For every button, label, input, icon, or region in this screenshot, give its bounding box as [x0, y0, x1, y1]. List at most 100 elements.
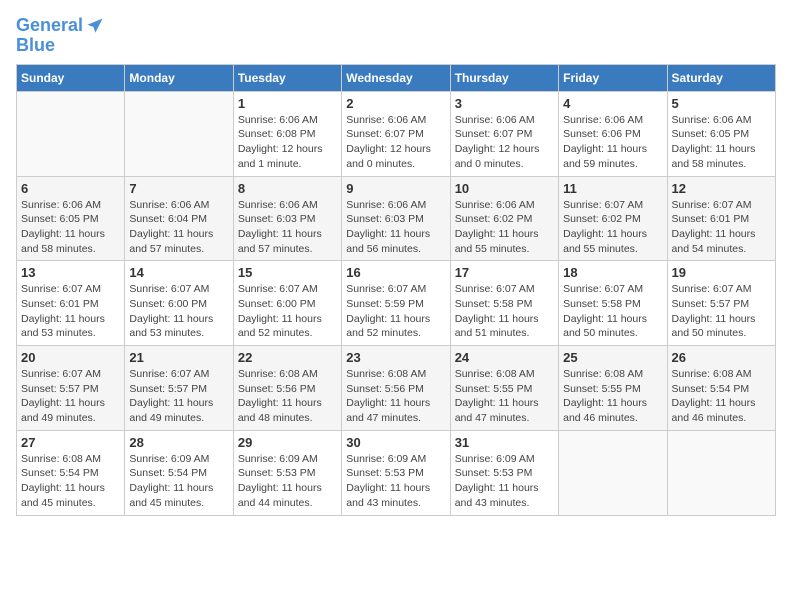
calendar-cell: 5Sunrise: 6:06 AMSunset: 6:05 PMDaylight…: [667, 91, 775, 176]
calendar-cell: [667, 430, 775, 515]
day-number: 6: [21, 181, 120, 196]
calendar-week-row: 20 Sunrise: 6:07 AMSunset: 5:57 PMDayligh…: [17, 346, 776, 431]
day-number: 2: [346, 96, 445, 111]
calendar-cell: 20Sunrise: 6:07 AMSunset: 5:57 PMDayligh…: [17, 346, 125, 431]
calendar-cell: 23Sunrise: 6:08 AMSunset: 5:56 PMDayligh…: [342, 346, 450, 431]
calendar-cell: [125, 91, 233, 176]
day-info: Sunrise: 6:06 AMSunset: 6:05 PMDaylight:…: [21, 198, 120, 257]
weekday-header: Wednesday: [342, 64, 450, 91]
day-number: 9: [346, 181, 445, 196]
calendar-cell: 21 Sunrise: 6:07 AMSunset: 5:57 PMDayligh…: [125, 346, 233, 431]
day-number: 3: [455, 96, 554, 111]
day-number: 17: [455, 265, 554, 280]
day-number: 14: [129, 265, 228, 280]
weekday-header: Thursday: [450, 64, 558, 91]
calendar-cell: 26 Sunrise: 6:08 AMSunset: 5:54 PMDayligh…: [667, 346, 775, 431]
logo-text: General: [16, 16, 83, 36]
day-info: Sunrise: 6:09 AMSunset: 5:54 PMDaylight:…: [129, 452, 228, 511]
day-number: 27: [21, 435, 120, 450]
calendar-cell: 24Sunrise: 6:08 AMSunset: 5:55 PMDayligh…: [450, 346, 558, 431]
day-info: Sunrise: 6:06 AMSunset: 6:06 PMDaylight:…: [563, 113, 662, 172]
day-info: Sunrise: 6:07 AMSunset: 5:58 PMDaylight:…: [563, 282, 662, 341]
calendar-cell: 11Sunrise: 6:07 AMSunset: 6:02 PMDayligh…: [559, 176, 667, 261]
logo-blue: Blue: [16, 36, 105, 56]
day-number: 10: [455, 181, 554, 196]
weekday-header: Friday: [559, 64, 667, 91]
calendar-cell: 4 Sunrise: 6:06 AMSunset: 6:06 PMDaylight…: [559, 91, 667, 176]
day-info: Sunrise: 6:07 AMSunset: 6:01 PMDaylight:…: [21, 282, 120, 341]
day-number: 31: [455, 435, 554, 450]
calendar-cell: 12 Sunrise: 6:07 AMSunset: 6:01 PMDayligh…: [667, 176, 775, 261]
calendar-cell: 13 Sunrise: 6:07 AMSunset: 6:01 PMDayligh…: [17, 261, 125, 346]
day-number: 28: [129, 435, 228, 450]
weekday-row: SundayMondayTuesdayWednesdayThursdayFrid…: [17, 64, 776, 91]
day-number: 30: [346, 435, 445, 450]
calendar-week-row: 1Sunrise: 6:06 AMSunset: 6:08 PMDaylight…: [17, 91, 776, 176]
day-info: Sunrise: 6:09 AMSunset: 5:53 PMDaylight:…: [238, 452, 337, 511]
calendar-week-row: 6 Sunrise: 6:06 AMSunset: 6:05 PMDaylight…: [17, 176, 776, 261]
day-info: Sunrise: 6:07 AMSunset: 6:02 PMDaylight:…: [563, 198, 662, 257]
day-number: 7: [129, 181, 228, 196]
day-number: 22: [238, 350, 337, 365]
calendar-table: SundayMondayTuesdayWednesdayThursdayFrid…: [16, 64, 776, 516]
calendar-cell: 7 Sunrise: 6:06 AMSunset: 6:04 PMDaylight…: [125, 176, 233, 261]
day-number: 12: [672, 181, 771, 196]
weekday-header: Saturday: [667, 64, 775, 91]
calendar-week-row: 13 Sunrise: 6:07 AMSunset: 6:01 PMDayligh…: [17, 261, 776, 346]
day-info: Sunrise: 6:06 AMSunset: 6:07 PMDaylight:…: [346, 113, 445, 172]
day-info: Sunrise: 6:07 AMSunset: 5:57 PMDaylight:…: [672, 282, 771, 341]
calendar-cell: 27Sunrise: 6:08 AMSunset: 5:54 PMDayligh…: [17, 430, 125, 515]
calendar-week-row: 27Sunrise: 6:08 AMSunset: 5:54 PMDayligh…: [17, 430, 776, 515]
calendar-cell: 6 Sunrise: 6:06 AMSunset: 6:05 PMDaylight…: [17, 176, 125, 261]
calendar-cell: 30Sunrise: 6:09 AMSunset: 5:53 PMDayligh…: [342, 430, 450, 515]
day-number: 4: [563, 96, 662, 111]
day-info: Sunrise: 6:08 AMSunset: 5:55 PMDaylight:…: [563, 367, 662, 426]
calendar-cell: 31 Sunrise: 6:09 AMSunset: 5:53 PMDayligh…: [450, 430, 558, 515]
day-info: Sunrise: 6:07 AMSunset: 5:58 PMDaylight:…: [455, 282, 554, 341]
calendar-cell: 15 Sunrise: 6:07 AMSunset: 6:00 PMDayligh…: [233, 261, 341, 346]
day-info: Sunrise: 6:08 AMSunset: 5:56 PMDaylight:…: [238, 367, 337, 426]
calendar-cell: 10 Sunrise: 6:06 AMSunset: 6:02 PMDayligh…: [450, 176, 558, 261]
calendar-cell: 9 Sunrise: 6:06 AMSunset: 6:03 PMDaylight…: [342, 176, 450, 261]
day-number: 26: [672, 350, 771, 365]
header: General Blue: [16, 16, 776, 56]
calendar-cell: 1Sunrise: 6:06 AMSunset: 6:08 PMDaylight…: [233, 91, 341, 176]
calendar-cell: 3 Sunrise: 6:06 AMSunset: 6:07 PMDaylight…: [450, 91, 558, 176]
day-number: 1: [238, 96, 337, 111]
day-number: 20: [21, 350, 120, 365]
calendar-cell: [559, 430, 667, 515]
day-number: 15: [238, 265, 337, 280]
day-info: Sunrise: 6:06 AMSunset: 6:04 PMDaylight:…: [129, 198, 228, 257]
logo-bird-icon: [85, 16, 105, 36]
calendar-cell: 16Sunrise: 6:07 AMSunset: 5:59 PMDayligh…: [342, 261, 450, 346]
calendar-cell: [17, 91, 125, 176]
day-number: 21: [129, 350, 228, 365]
day-info: Sunrise: 6:08 AMSunset: 5:54 PMDaylight:…: [672, 367, 771, 426]
day-number: 19: [672, 265, 771, 280]
day-number: 25: [563, 350, 662, 365]
logo-general: General: [16, 15, 83, 35]
calendar-cell: 28 Sunrise: 6:09 AMSunset: 5:54 PMDayligh…: [125, 430, 233, 515]
calendar-cell: 8Sunrise: 6:06 AMSunset: 6:03 PMDaylight…: [233, 176, 341, 261]
day-info: Sunrise: 6:07 AMSunset: 6:01 PMDaylight:…: [672, 198, 771, 257]
day-info: Sunrise: 6:06 AMSunset: 6:05 PMDaylight:…: [672, 113, 771, 172]
calendar-cell: 22 Sunrise: 6:08 AMSunset: 5:56 PMDayligh…: [233, 346, 341, 431]
day-info: Sunrise: 6:06 AMSunset: 6:07 PMDaylight:…: [455, 113, 554, 172]
day-info: Sunrise: 6:07 AMSunset: 6:00 PMDaylight:…: [129, 282, 228, 341]
day-number: 29: [238, 435, 337, 450]
day-info: Sunrise: 6:07 AMSunset: 6:00 PMDaylight:…: [238, 282, 337, 341]
day-number: 13: [21, 265, 120, 280]
calendar-cell: 18Sunrise: 6:07 AMSunset: 5:58 PMDayligh…: [559, 261, 667, 346]
weekday-header: Tuesday: [233, 64, 341, 91]
weekday-header: Monday: [125, 64, 233, 91]
day-info: Sunrise: 6:09 AMSunset: 5:53 PMDaylight:…: [455, 452, 554, 511]
day-info: Sunrise: 6:08 AMSunset: 5:56 PMDaylight:…: [346, 367, 445, 426]
day-info: Sunrise: 6:07 AMSunset: 5:57 PMDaylight:…: [129, 367, 228, 426]
day-info: Sunrise: 6:06 AMSunset: 6:03 PMDaylight:…: [346, 198, 445, 257]
day-info: Sunrise: 6:06 AMSunset: 6:02 PMDaylight:…: [455, 198, 554, 257]
calendar-body: 1Sunrise: 6:06 AMSunset: 6:08 PMDaylight…: [17, 91, 776, 515]
day-number: 8: [238, 181, 337, 196]
calendar-cell: 14 Sunrise: 6:07 AMSunset: 6:00 PMDayligh…: [125, 261, 233, 346]
calendar-cell: 29 Sunrise: 6:09 AMSunset: 5:53 PMDayligh…: [233, 430, 341, 515]
weekday-header: Sunday: [17, 64, 125, 91]
